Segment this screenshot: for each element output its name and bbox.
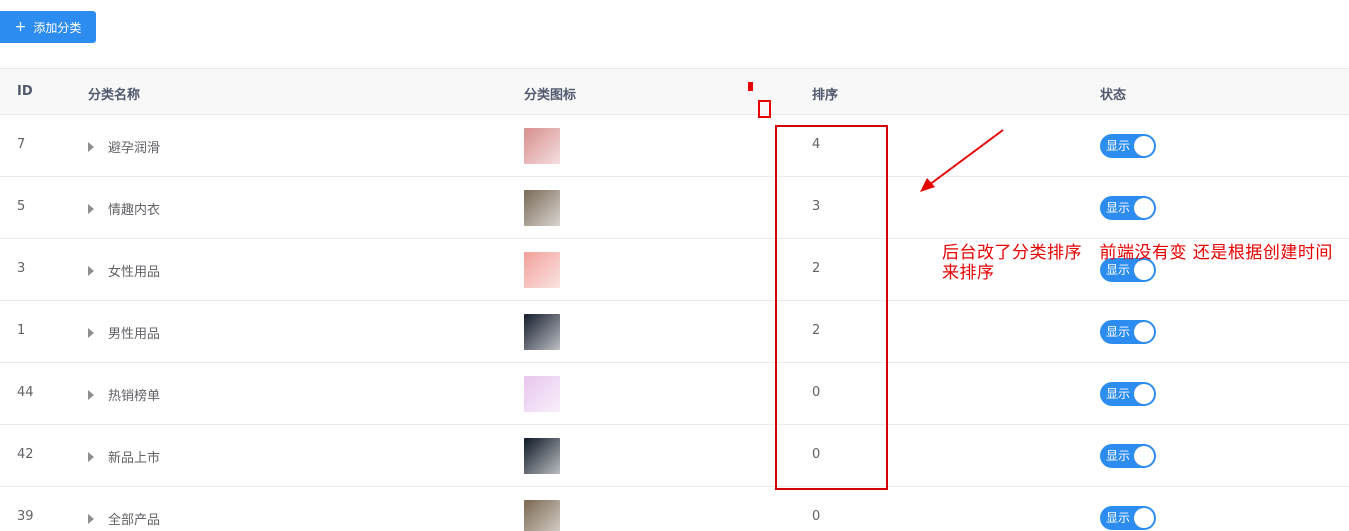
- expand-caret-icon[interactable]: [88, 451, 94, 462]
- expand-caret-icon[interactable]: [88, 389, 94, 400]
- row-id: 42: [17, 447, 34, 462]
- row-name: 情趣内衣: [88, 199, 160, 218]
- row-name-label: 避孕润滑: [108, 141, 161, 156]
- row-id: 39: [17, 509, 34, 524]
- row-name-label: 全部产品: [108, 513, 161, 528]
- header-status: 状态: [1100, 88, 1127, 103]
- category-image: [524, 314, 560, 350]
- category-image: [524, 500, 560, 531]
- table-row: 42 新品上市 0 显示: [0, 425, 1349, 487]
- row-id: 44: [17, 385, 34, 400]
- add-category-label: 添加分类: [33, 20, 82, 35]
- row-name: 热销榜单: [88, 385, 160, 404]
- status-toggle[interactable]: 显示: [1100, 444, 1156, 468]
- table-row: 1 男性用品 2 显示: [0, 301, 1349, 363]
- category-thumbnail: [524, 376, 560, 412]
- status-toggle[interactable]: 显示: [1100, 382, 1156, 406]
- plus-icon: +: [14, 19, 27, 35]
- status-toggle[interactable]: 显示: [1100, 506, 1156, 530]
- annotation-text: 后台改了分类排序 前端没有变 还是根据创建时间来排序: [942, 243, 1333, 283]
- switch-knob: [1134, 136, 1154, 156]
- status-switch-label: 显示: [1106, 325, 1131, 339]
- table-row: 5 情趣内衣 3 显示: [0, 177, 1349, 239]
- category-image: [524, 252, 560, 288]
- expand-caret-icon[interactable]: [88, 141, 94, 152]
- status-switch-label: 显示: [1106, 139, 1131, 153]
- status-toggle[interactable]: 显示: [1100, 196, 1156, 220]
- row-name: 全部产品: [88, 509, 160, 528]
- header-icon: 分类图标: [524, 88, 577, 103]
- switch-knob: [1134, 446, 1154, 466]
- expand-caret-icon[interactable]: [88, 265, 94, 276]
- switch-knob: [1134, 198, 1154, 218]
- category-image: [524, 376, 560, 412]
- category-thumbnail: [524, 190, 560, 226]
- row-sort: 0: [812, 509, 821, 524]
- row-id: 7: [17, 137, 26, 152]
- status-switch[interactable]: 显示: [1100, 444, 1156, 468]
- status-switch[interactable]: 显示: [1100, 196, 1156, 220]
- status-switch[interactable]: 显示: [1100, 506, 1156, 530]
- status-switch[interactable]: 显示: [1100, 134, 1156, 158]
- row-name-label: 热销榜单: [108, 389, 161, 404]
- table-row: 39 全部产品 0 显示: [0, 487, 1349, 531]
- category-thumbnail: [524, 252, 560, 288]
- status-switch-label: 显示: [1106, 387, 1131, 401]
- annotation-arrow-icon: [920, 129, 1004, 192]
- switch-knob: [1134, 384, 1154, 404]
- switch-knob: [1134, 508, 1154, 528]
- expand-caret-icon[interactable]: [88, 203, 94, 214]
- row-name: 男性用品: [88, 323, 160, 342]
- row-id: 1: [17, 323, 26, 338]
- category-image: [524, 190, 560, 226]
- table-body: 7 避孕润滑 4 显示 5 情趣内衣 3 显示 3 女性用品 2 显示 1 男性用品 2 显示 44 热销榜单 0 显…: [0, 115, 1349, 531]
- annotation-sort-highlight: [775, 125, 888, 490]
- expand-caret-icon[interactable]: [88, 513, 94, 524]
- annotation-mark: [748, 82, 753, 91]
- row-id: 3: [17, 261, 26, 276]
- status-toggle[interactable]: 显示: [1100, 134, 1156, 158]
- row-name: 避孕润滑: [88, 137, 160, 156]
- row-name-label: 男性用品: [108, 327, 161, 342]
- row-name-label: 女性用品: [108, 265, 161, 280]
- category-image: [524, 128, 560, 164]
- category-thumbnail: [524, 438, 560, 474]
- category-thumbnail: [524, 314, 560, 350]
- row-name: 新品上市: [88, 447, 160, 466]
- add-category-button[interactable]: + 添加分类: [0, 11, 96, 43]
- table-row: 44 热销榜单 0 显示: [0, 363, 1349, 425]
- switch-knob: [1134, 322, 1154, 342]
- table-row: 7 避孕润滑 4 显示: [0, 115, 1349, 177]
- header-sort: 排序: [812, 88, 839, 103]
- status-switch-label: 显示: [1106, 201, 1131, 215]
- category-image: [524, 438, 560, 474]
- row-name-label: 情趣内衣: [108, 203, 161, 218]
- row-name-label: 新品上市: [108, 451, 161, 466]
- category-table: ID 分类名称 分类图标 排序 状态 7 避孕润滑 4 显示 5 情趣内衣 3 显示 3 女性用品…: [0, 68, 1349, 531]
- header-name: 分类名称: [88, 88, 141, 103]
- category-thumbnail: [524, 128, 560, 164]
- status-switch-label: 显示: [1106, 449, 1131, 463]
- status-switch-label: 显示: [1106, 511, 1131, 525]
- row-name: 女性用品: [88, 261, 160, 280]
- expand-caret-icon[interactable]: [88, 327, 94, 338]
- header-id: ID: [17, 84, 33, 99]
- row-id: 5: [17, 199, 26, 214]
- status-switch[interactable]: 显示: [1100, 320, 1156, 344]
- status-switch[interactable]: 显示: [1100, 382, 1156, 406]
- status-toggle[interactable]: 显示: [1100, 320, 1156, 344]
- category-thumbnail: [524, 500, 560, 531]
- table-header: ID 分类名称 分类图标 排序 状态: [0, 68, 1349, 115]
- annotation-mark-box: [758, 100, 771, 118]
